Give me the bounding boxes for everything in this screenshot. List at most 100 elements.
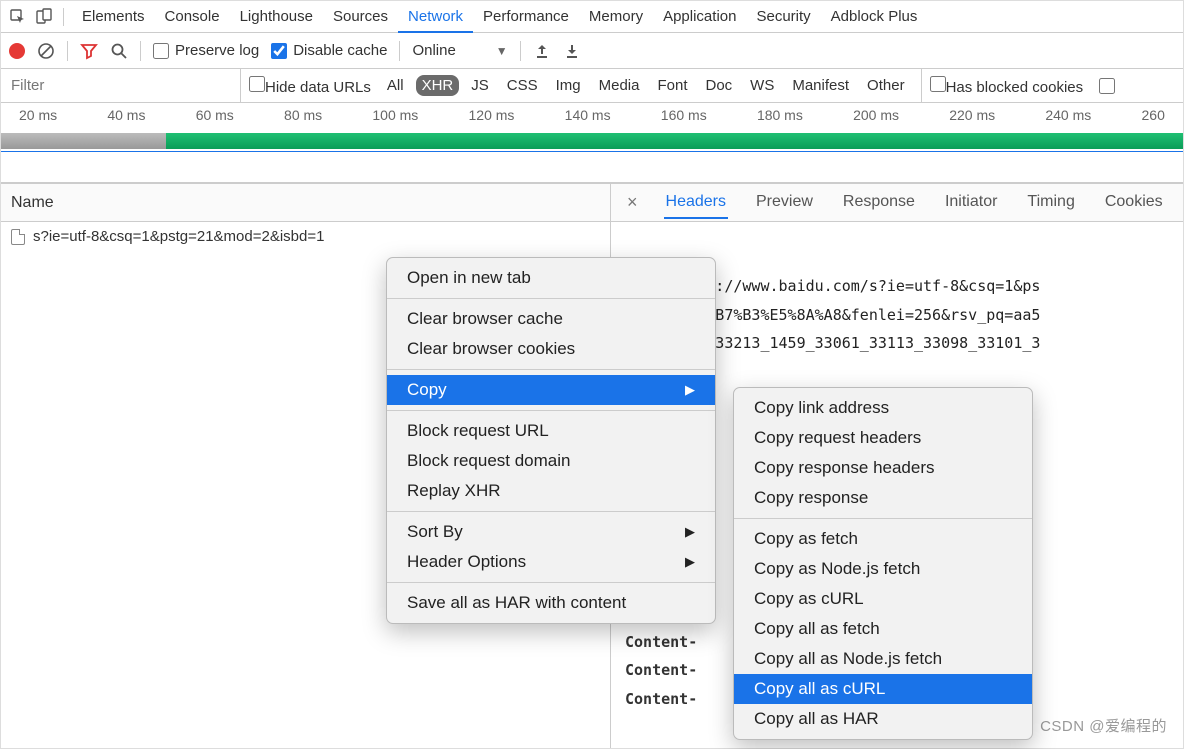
- menu-item-clear-browser-cache[interactable]: Clear browser cache: [387, 304, 715, 334]
- hide-data-urls-checkbox[interactable]: Hide data URLs: [249, 76, 371, 96]
- type-filter-doc[interactable]: Doc: [699, 75, 738, 96]
- timeline-tick: 140 ms: [565, 107, 611, 123]
- menu-divider: [387, 369, 715, 370]
- menu-item-copy-link-address[interactable]: Copy link address: [734, 393, 1032, 423]
- type-filter-media[interactable]: Media: [593, 75, 646, 96]
- hide-data-urls-label: Hide data URLs: [265, 79, 371, 96]
- disable-cache-checkbox[interactable]: Disable cache: [271, 42, 387, 59]
- header-name: Content-: [625, 690, 697, 708]
- timeline-tick: 180 ms: [757, 107, 803, 123]
- watermark: CSDN @爱编程的: [1040, 715, 1167, 736]
- menu-item-save-all-as-har-with-content[interactable]: Save all as HAR with content: [387, 588, 715, 618]
- menu-item-label: Clear browser cookies: [407, 339, 575, 359]
- search-icon[interactable]: [110, 42, 128, 60]
- device-toggle-icon[interactable]: [33, 6, 55, 28]
- download-har-icon[interactable]: [563, 42, 581, 60]
- filter-input[interactable]: [1, 69, 241, 102]
- menu-item-label: Sort By: [407, 522, 463, 542]
- menu-item-copy-all-as-har[interactable]: Copy all as HAR: [734, 704, 1032, 734]
- tab-performance[interactable]: Performance: [473, 2, 579, 32]
- menu-item-copy-all-as-curl[interactable]: Copy all as cURL: [734, 674, 1032, 704]
- type-filter-manifest[interactable]: Manifest: [786, 75, 855, 96]
- tab-sources[interactable]: Sources: [323, 2, 398, 32]
- menu-item-label: Block request URL: [407, 421, 549, 441]
- menu-item-clear-browser-cookies[interactable]: Clear browser cookies: [387, 334, 715, 364]
- throttle-value: Online: [412, 42, 455, 59]
- detail-tab-strip: × Headers Preview Response Initiator Timing C…: [611, 184, 1183, 222]
- trailing-checkbox[interactable]: [1099, 78, 1115, 94]
- context-menu[interactable]: Open in new tab Clear browser cache Clear …: [386, 257, 716, 624]
- menu-item-block-request-domain[interactable]: Block request domain: [387, 446, 715, 476]
- detail-tab-preview[interactable]: Preview: [754, 187, 815, 218]
- menu-item-label: Header Options: [407, 552, 526, 572]
- menu-item-copy-as-fetch[interactable]: Copy as fetch: [734, 524, 1032, 554]
- tab-lighthouse[interactable]: Lighthouse: [230, 2, 323, 32]
- menu-item-copy-as-node-js-fetch[interactable]: Copy as Node.js fetch: [734, 554, 1032, 584]
- detail-tab-response[interactable]: Response: [841, 187, 917, 218]
- menu-item-block-request-url[interactable]: Block request URL: [387, 416, 715, 446]
- type-filter-other[interactable]: Other: [861, 75, 911, 96]
- tab-memory[interactable]: Memory: [579, 2, 653, 32]
- context-submenu-copy[interactable]: Copy link addressCopy request headersCop…: [733, 387, 1033, 740]
- menu-item-label: Copy: [407, 380, 447, 400]
- type-filter-all[interactable]: All: [381, 75, 410, 96]
- detail-tab-headers[interactable]: Headers: [664, 187, 728, 219]
- tab-adblock-plus[interactable]: Adblock Plus: [821, 2, 928, 32]
- column-header-name[interactable]: Name: [1, 184, 610, 222]
- tab-elements[interactable]: Elements: [72, 2, 155, 32]
- menu-item-replay-xhr[interactable]: Replay XHR: [387, 476, 715, 506]
- timeline-tick: 60 ms: [196, 107, 234, 123]
- menu-item-copy-response-headers[interactable]: Copy response headers: [734, 453, 1032, 483]
- has-blocked-cookies-label: Has blocked cookies: [946, 79, 1084, 96]
- close-icon[interactable]: ×: [621, 192, 644, 213]
- detail-tab-cookies[interactable]: Cookies: [1103, 187, 1165, 218]
- menu-item-label: Copy all as cURL: [754, 679, 885, 699]
- request-name: s?ie=utf-8&csq=1&pstg=21&mod=2&isbd=1: [33, 228, 324, 245]
- record-button[interactable]: [9, 43, 25, 59]
- has-blocked-cookies-checkbox[interactable]: Has blocked cookies: [930, 76, 1084, 96]
- chevron-right-icon: ▶: [685, 554, 695, 570]
- tab-console[interactable]: Console: [155, 2, 230, 32]
- menu-item-label: Copy all as Node.js fetch: [754, 649, 942, 669]
- menu-item-label: Copy as fetch: [754, 529, 858, 549]
- menu-item-label: Clear browser cache: [407, 309, 563, 329]
- menu-item-label: Save all as HAR with content: [407, 593, 626, 613]
- tab-security[interactable]: Security: [746, 2, 820, 32]
- timeline-tick: 20 ms: [19, 107, 57, 123]
- timeline-tick: 220 ms: [949, 107, 995, 123]
- menu-item-copy-response[interactable]: Copy response: [734, 483, 1032, 513]
- menu-item-copy-all-as-node-js-fetch[interactable]: Copy all as Node.js fetch: [734, 644, 1032, 674]
- tab-application[interactable]: Application: [653, 2, 746, 32]
- detail-tab-timing[interactable]: Timing: [1025, 187, 1076, 218]
- menu-item-open-in-new-tab[interactable]: Open in new tab: [387, 263, 715, 293]
- menu-item-header-options[interactable]: Header Options ▶: [387, 547, 715, 577]
- type-filter-xhr[interactable]: XHR: [416, 75, 460, 96]
- detail-tab-initiator[interactable]: Initiator: [943, 187, 999, 218]
- timeline-tick: 240 ms: [1045, 107, 1091, 123]
- throttle-select[interactable]: Online ▼: [412, 42, 507, 59]
- type-filter-css[interactable]: CSS: [501, 75, 544, 96]
- menu-item-copy-as-curl[interactable]: Copy as cURL: [734, 584, 1032, 614]
- request-type-filter: All XHRJS CSS Img MediaFont Doc WS Manifest Othe…: [379, 75, 913, 96]
- inspect-icon[interactable]: [7, 6, 29, 28]
- menu-item-label: Copy response: [754, 488, 868, 508]
- upload-har-icon[interactable]: [533, 42, 551, 60]
- type-filter-font[interactable]: Font: [651, 75, 693, 96]
- filter-funnel-icon[interactable]: [80, 42, 98, 60]
- menu-item-sort-by[interactable]: Sort By ▶: [387, 517, 715, 547]
- menu-item-copy[interactable]: Copy▶: [387, 375, 715, 405]
- tab-network[interactable]: Network: [398, 2, 473, 33]
- menu-divider: [387, 410, 715, 411]
- type-filter-img[interactable]: Img: [550, 75, 587, 96]
- document-icon: [11, 229, 25, 245]
- clear-icon[interactable]: [37, 42, 55, 60]
- type-filter-js[interactable]: JS: [465, 75, 495, 96]
- request-row[interactable]: s?ie=utf-8&csq=1&pstg=21&mod=2&isbd=1: [1, 222, 610, 251]
- preserve-log-checkbox[interactable]: Preserve log: [153, 42, 259, 59]
- chevron-right-icon: ▶: [685, 524, 695, 540]
- menu-item-copy-all-as-fetch[interactable]: Copy all as fetch: [734, 614, 1032, 644]
- overview-timeline[interactable]: 20 ms40 ms60 ms80 ms100 ms120 ms140 ms16…: [1, 103, 1183, 183]
- type-filter-ws[interactable]: WS: [744, 75, 780, 96]
- menu-item-label: Copy as cURL: [754, 589, 864, 609]
- menu-item-copy-request-headers[interactable]: Copy request headers: [734, 423, 1032, 453]
